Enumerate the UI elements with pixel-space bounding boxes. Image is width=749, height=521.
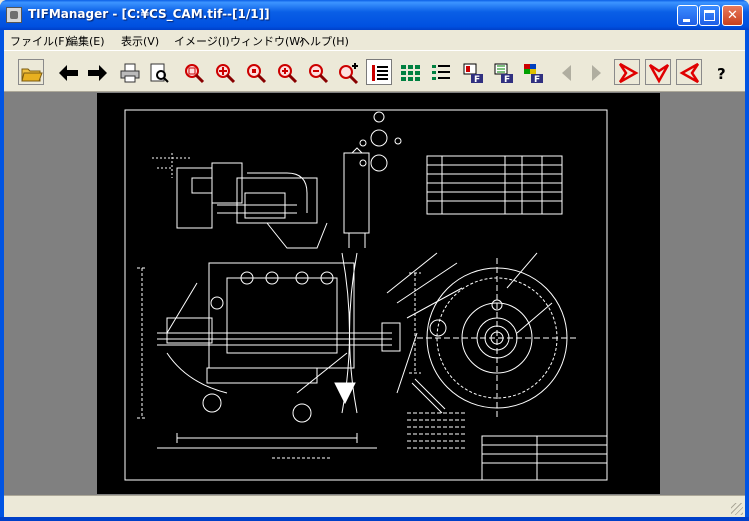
maximize-icon <box>704 10 715 21</box>
menu-help[interactable]: ヘルプ(H) <box>299 33 349 49</box>
pdf-color-icon: F <box>524 64 543 85</box>
window-frame-bottom <box>0 517 749 521</box>
svg-text:F: F <box>534 75 540 85</box>
single-page-view-icon <box>372 65 388 81</box>
zoom-fit-button[interactable] <box>211 59 237 85</box>
previous-button[interactable] <box>54 59 80 85</box>
zoom-plus-button[interactable] <box>335 59 361 85</box>
help-button[interactable]: ? <box>707 59 733 85</box>
zoom-actual-button[interactable] <box>242 59 268 85</box>
tif-image-view[interactable] <box>97 93 660 494</box>
zoom-area-button[interactable] <box>180 59 206 85</box>
print-icon <box>120 63 140 83</box>
help-icon: ? <box>717 65 726 83</box>
menu-edit[interactable]: 編集(E) <box>67 33 105 49</box>
toolbar: F F F ? <box>4 50 745 92</box>
zoom-fit-icon <box>216 64 236 84</box>
page-last-icon <box>592 65 601 81</box>
app-icon[interactable] <box>6 7 22 23</box>
open-button[interactable] <box>18 59 44 85</box>
cad-drawing-image <box>124 109 608 481</box>
print-preview-button[interactable] <box>145 59 171 85</box>
window-title: TIFManager - [C:¥CS_CAM.tif--[1/1]] <box>28 7 270 21</box>
page-first-icon <box>562 65 571 81</box>
thumbnail-grid-view-button[interactable] <box>396 59 422 85</box>
pdf-export-icon: F <box>463 63 483 85</box>
zoom-in-icon <box>278 64 298 84</box>
svg-text:?: ? <box>717 65 726 83</box>
zoom-out-button[interactable] <box>304 59 330 85</box>
single-page-view-button[interactable] <box>366 59 392 85</box>
pdf-convert-icon: F <box>494 63 513 85</box>
svg-text:F: F <box>474 75 480 85</box>
zoom-area-icon <box>185 64 205 84</box>
pdf-convert-button[interactable]: F <box>490 59 516 85</box>
menu-file[interactable]: ファイル(F) <box>10 33 69 49</box>
zoom-plus-icon <box>339 63 359 85</box>
flip-vertical-icon <box>648 63 670 84</box>
menu-window[interactable]: ウィンドウ(W) <box>230 33 304 49</box>
page-last-button[interactable] <box>582 59 608 85</box>
zoom-actual-icon <box>247 64 267 84</box>
svg-text:F: F <box>504 75 510 85</box>
app-window: TIFManager - [C:¥CS_CAM.tif--[1/1]] ✕ ファ… <box>0 0 749 521</box>
maximize-button[interactable] <box>699 5 720 26</box>
menu-image[interactable]: イメージ(I) <box>174 33 230 49</box>
open-folder-icon <box>21 68 43 82</box>
minimize-button[interactable] <box>677 5 698 26</box>
print-preview-icon <box>150 63 169 83</box>
pdf-export-button[interactable]: F <box>460 59 486 85</box>
next-arrow-icon <box>88 65 107 81</box>
rotate-left-button[interactable] <box>676 59 702 85</box>
next-button[interactable] <box>84 59 110 85</box>
page-first-button[interactable] <box>553 59 579 85</box>
print-button[interactable] <box>116 59 142 85</box>
document-workspace[interactable] <box>4 92 745 495</box>
minimize-icon <box>683 19 690 22</box>
rotate-right-button[interactable] <box>614 59 640 85</box>
flip-vertical-button[interactable] <box>645 59 671 85</box>
menu-view[interactable]: 表示(V) <box>121 33 159 49</box>
list-view-button[interactable] <box>427 59 453 85</box>
status-bar <box>4 495 745 517</box>
menu-bar: ファイル(F) 編集(E) 表示(V) イメージ(I) ウィンドウ(W) ヘルプ… <box>4 30 745 50</box>
zoom-in-button[interactable] <box>273 59 299 85</box>
rotate-left-icon <box>679 62 700 84</box>
resize-grip[interactable] <box>731 503 743 515</box>
title-bar[interactable]: TIFManager - [C:¥CS_CAM.tif--[1/1]] ✕ <box>0 0 749 30</box>
previous-arrow-icon <box>59 65 78 81</box>
rotate-right-icon <box>618 62 639 84</box>
close-button[interactable]: ✕ <box>722 5 743 26</box>
thumbnail-grid-view-icon <box>401 65 420 81</box>
list-view-icon <box>432 65 450 80</box>
zoom-out-icon <box>309 64 329 84</box>
pdf-color-button[interactable]: F <box>520 59 546 85</box>
close-icon: ✕ <box>727 8 738 23</box>
